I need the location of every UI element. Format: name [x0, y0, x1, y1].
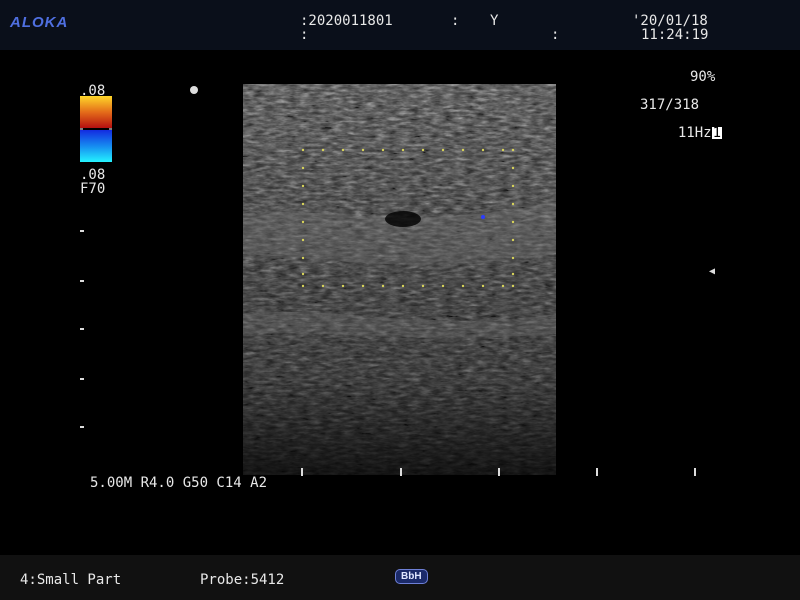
frame-counter: 317/318: [640, 97, 700, 113]
depth-tick: [80, 378, 84, 380]
width-tick: [694, 468, 696, 476]
depth-tick: [80, 328, 84, 330]
preset-label: 4:Small Part: [20, 572, 122, 588]
patient-id: :2020011801: [300, 13, 393, 29]
frame-rate: 11Hz1: [661, 112, 723, 141]
gain-percent: 90%: [690, 69, 716, 85]
header-bar: ALOKA :2020011801 : Y '20/01/18 : : 11:2…: [0, 0, 800, 50]
depth-tick: [80, 426, 84, 428]
triangle-marker-icon: ◀: [709, 266, 716, 277]
header-colon-3: :: [551, 27, 560, 43]
probe-label: Probe:5412: [200, 572, 285, 588]
frame-rate-value: 11Hz: [677, 125, 712, 141]
header-date: '20/01/18: [632, 13, 708, 29]
width-tick: [400, 468, 402, 476]
filter-setting: F70: [80, 181, 106, 197]
depth-tick: [80, 230, 84, 232]
frame-rate-box: 1: [711, 125, 723, 141]
header-time: 11:24:19: [641, 27, 709, 43]
header-colon-2: :: [300, 27, 309, 43]
bbh-badge[interactable]: BbH: [395, 569, 428, 584]
depth-tick: [80, 280, 84, 282]
ultrasound-texture: [243, 84, 556, 475]
header-colon: :: [451, 13, 460, 29]
header-flag: Y: [490, 13, 499, 29]
width-tick: [596, 468, 598, 476]
width-tick: [301, 468, 303, 476]
acquisition-parameters: 5.00M R4.0 G50 C14 A2: [90, 475, 268, 491]
color-doppler-scale: [80, 96, 112, 162]
ultrasound-image: [243, 84, 556, 475]
color-scale-bottom-value: .08: [80, 167, 106, 183]
aloka-logo: ALOKA: [10, 14, 69, 31]
focus-dot-icon: [190, 86, 198, 94]
width-tick: [498, 468, 500, 476]
